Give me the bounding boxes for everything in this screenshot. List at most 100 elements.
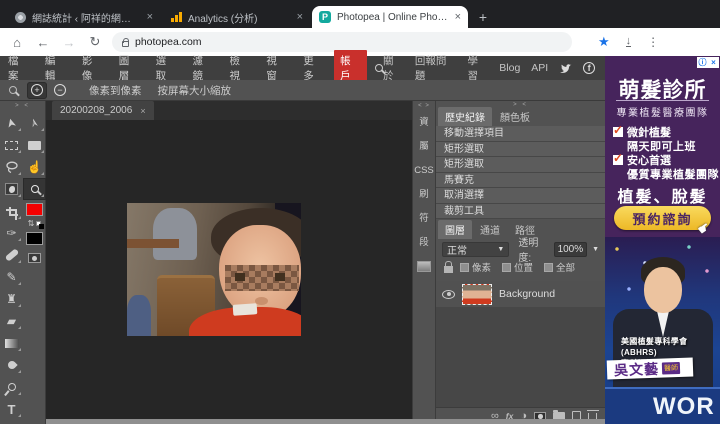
history-step[interactable]: 矩形選取 bbox=[436, 141, 605, 157]
panel-tab-brush[interactable]: 刷 bbox=[413, 183, 435, 207]
brush-tool[interactable]: ✎ bbox=[0, 266, 23, 288]
blend-mode-select[interactable]: 正常 ▼ bbox=[442, 241, 510, 257]
histogram-panel-icon[interactable] bbox=[417, 261, 431, 272]
panel-tab-properties[interactable]: 屬 bbox=[413, 135, 435, 159]
facebook-icon[interactable]: f bbox=[583, 62, 596, 74]
rect-select-tool[interactable] bbox=[0, 134, 23, 156]
close-icon[interactable]: × bbox=[140, 106, 145, 116]
menu-view[interactable]: 檢視 bbox=[221, 53, 258, 83]
strip-expand-icon[interactable]: < > bbox=[413, 101, 435, 111]
browser-tab-photopea[interactable]: P Photopea | Online Photo Edi × bbox=[312, 6, 468, 28]
menu-learn[interactable]: 學習 bbox=[467, 53, 488, 83]
hand-tool[interactable]: ☝ bbox=[23, 156, 46, 178]
zoom-in-button[interactable]: + bbox=[27, 81, 47, 99]
zoom-out-button[interactable]: − bbox=[50, 82, 70, 99]
close-icon[interactable]: × bbox=[297, 11, 303, 23]
panel-tab-css[interactable]: CSS bbox=[413, 159, 435, 183]
panel-tab-paragraph[interactable]: 段 bbox=[413, 231, 435, 255]
toolbar-collapse-icon[interactable]: > < bbox=[0, 101, 45, 111]
menu-file[interactable]: 檔案 bbox=[0, 53, 37, 83]
rect-shape-tool[interactable] bbox=[23, 134, 46, 156]
tab-swatches[interactable]: 顏色板 bbox=[493, 107, 537, 126]
foreground-color-swatch[interactable] bbox=[23, 200, 46, 218]
panel-tab-info[interactable]: 資 bbox=[413, 111, 435, 135]
dodge-tool[interactable] bbox=[0, 376, 23, 398]
bookmark-star-icon[interactable]: ★ bbox=[598, 34, 610, 50]
forward-icon[interactable]: → bbox=[56, 35, 82, 50]
close-icon[interactable]: × bbox=[147, 11, 153, 23]
checkbox-icon[interactable] bbox=[502, 263, 512, 272]
menu-api[interactable]: API bbox=[531, 62, 548, 74]
layer-thumbnail[interactable] bbox=[462, 283, 492, 305]
blur-tool[interactable] bbox=[0, 354, 23, 376]
chevron-down-icon[interactable]: ▼ bbox=[592, 246, 599, 253]
menu-blog[interactable]: Blog bbox=[499, 62, 520, 74]
ad-info-icon[interactable]: ⓘ bbox=[697, 57, 708, 68]
document-tab[interactable]: 20200208_2006 × bbox=[52, 101, 154, 120]
checkbox-icon[interactable] bbox=[544, 263, 554, 272]
lock-pixels-checkbox[interactable]: 像素 bbox=[460, 260, 491, 274]
direct-select-tool[interactable]: ➢ bbox=[23, 112, 46, 134]
search-icon[interactable] bbox=[375, 64, 384, 72]
quick-mask-toggle[interactable] bbox=[23, 247, 46, 269]
pen-tool[interactable]: ✒ bbox=[0, 420, 23, 424]
browser-tab-analytics[interactable]: Analytics (分析) × bbox=[164, 6, 310, 28]
horizontal-scrollbar[interactable] bbox=[46, 419, 605, 424]
lock-all-checkbox[interactable]: 全部 bbox=[544, 260, 575, 274]
fit-screen-button[interactable]: 按屏幕大小縮放 bbox=[158, 83, 232, 98]
new-tab-button[interactable]: + bbox=[472, 6, 494, 28]
reload-icon[interactable]: ↻ bbox=[82, 34, 108, 50]
menu-select[interactable]: 選取 bbox=[148, 53, 185, 83]
browser-menu-icon[interactable]: ⋮ bbox=[647, 35, 659, 49]
menu-filter[interactable]: 濾鏡 bbox=[185, 53, 222, 83]
ad-banner[interactable]: ⓘ × 萌髮診所 專業植髮醫療團隊 微針植髮 隔天即可上班 安心首選 優質專業植… bbox=[605, 56, 720, 424]
type-tool[interactable]: T bbox=[0, 398, 23, 420]
eraser-tool[interactable]: ▰ bbox=[0, 310, 23, 332]
home-icon[interactable]: ⌂ bbox=[4, 35, 30, 50]
lock-position-checkbox[interactable]: 位置 bbox=[502, 260, 533, 274]
tab-history[interactable]: 歷史紀錄 bbox=[438, 107, 492, 126]
ad-cta-button[interactable]: 預約諮詢 ☛ bbox=[614, 206, 715, 238]
menu-image[interactable]: 影像 bbox=[74, 53, 111, 83]
menu-more[interactable]: 更多 bbox=[295, 53, 332, 83]
browser-tab-blog-stats[interactable]: 網誌統計 ‹ 阿祥的網路筆記本 - × bbox=[8, 6, 160, 28]
layer-row-background[interactable]: Background bbox=[436, 281, 605, 307]
back-icon[interactable]: ← bbox=[30, 35, 56, 50]
checkbox-icon[interactable] bbox=[460, 263, 469, 272]
gradient-tool[interactable] bbox=[0, 332, 23, 354]
menu-window[interactable]: 視窗 bbox=[258, 53, 295, 83]
move-tool[interactable]: ➤ bbox=[0, 112, 23, 134]
panel-tab-character[interactable]: 符 bbox=[413, 207, 435, 231]
spot-heal-tool[interactable] bbox=[0, 244, 23, 266]
swap-colors-control[interactable]: ⇅ bbox=[23, 218, 46, 229]
zoom-tool[interactable] bbox=[23, 178, 46, 200]
swap-colors-icon[interactable]: ⇅ bbox=[28, 219, 35, 228]
default-colors-icon[interactable] bbox=[36, 221, 45, 229]
twitter-icon[interactable] bbox=[559, 63, 572, 74]
menu-layer[interactable]: 圖層 bbox=[111, 53, 148, 83]
clone-stamp-tool[interactable]: ♜ bbox=[0, 288, 23, 310]
pixel-to-pixel-button[interactable]: 像素到像素 bbox=[89, 83, 142, 98]
history-step[interactable]: 裁剪工具 bbox=[436, 203, 605, 219]
tab-channels[interactable]: 通道 bbox=[473, 220, 507, 239]
menu-about[interactable]: 關於 bbox=[383, 53, 404, 83]
history-step[interactable]: 取消選擇 bbox=[436, 188, 605, 204]
download-icon[interactable]: ↓ bbox=[625, 36, 632, 47]
url-bar[interactable]: photopea.com bbox=[112, 32, 572, 52]
select-brush-tool[interactable] bbox=[0, 178, 23, 200]
background-color-swatch[interactable] bbox=[23, 229, 46, 247]
history-step[interactable]: 矩形選取 bbox=[436, 157, 605, 173]
close-icon[interactable]: × bbox=[455, 11, 461, 23]
eyedropper-tool[interactable]: ✑ bbox=[0, 222, 23, 244]
history-step[interactable]: 馬賽克 bbox=[436, 172, 605, 188]
canvas-area[interactable]: 20200208_2006 × bbox=[46, 101, 412, 424]
tab-layers[interactable]: 圖層 bbox=[438, 220, 472, 239]
opacity-value[interactable]: 100% bbox=[553, 241, 588, 257]
menu-report[interactable]: 回報問題 bbox=[415, 53, 457, 83]
history-step[interactable]: 移動選擇項目 bbox=[436, 126, 605, 142]
open-image[interactable] bbox=[127, 203, 301, 336]
lasso-tool[interactable] bbox=[0, 156, 23, 178]
ad-close-icon[interactable]: × bbox=[708, 57, 719, 68]
visibility-eye-icon[interactable] bbox=[442, 289, 455, 299]
menu-edit[interactable]: 編輯 bbox=[37, 53, 74, 83]
